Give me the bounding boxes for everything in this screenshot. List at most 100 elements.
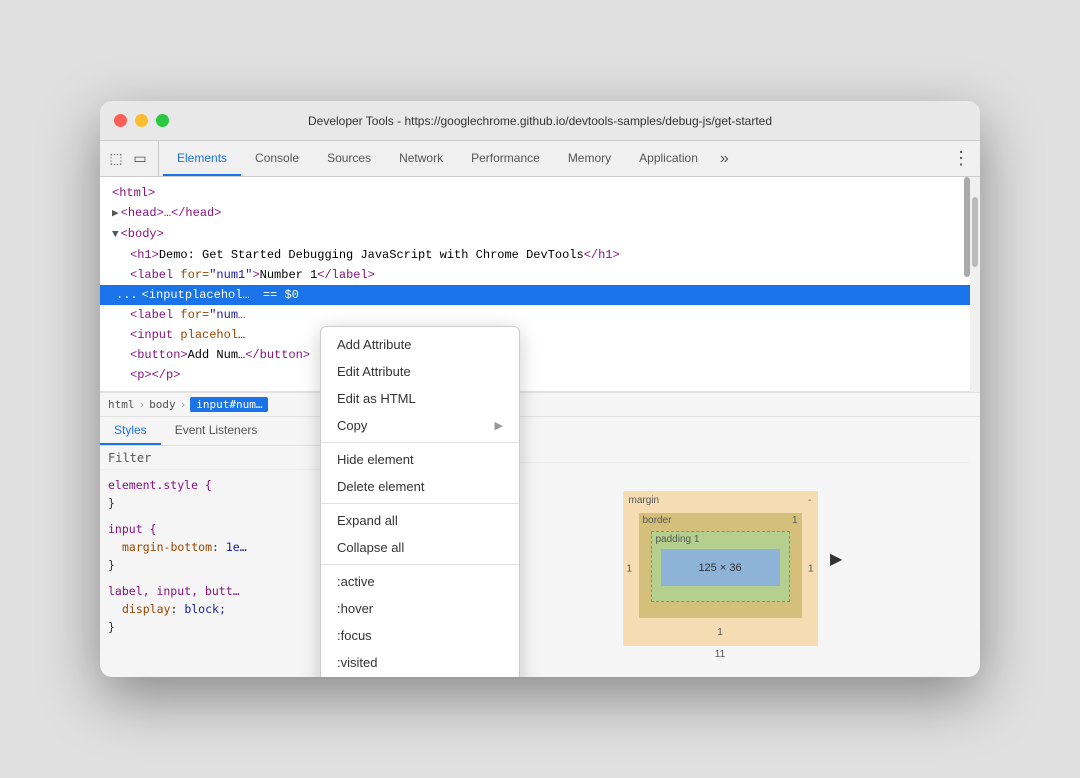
tag-label1-close: </label>	[317, 268, 375, 282]
tag-html: <html>	[112, 186, 155, 200]
arrow-head: ▶	[112, 208, 119, 220]
menu-focus-label: :focus	[337, 628, 372, 643]
tab-sources[interactable]: Sources	[313, 141, 385, 176]
tab-console[interactable]: Console	[241, 141, 313, 176]
menu-hover[interactable]: :hover	[321, 595, 519, 622]
menu-edit-attribute[interactable]: Edit Attribute	[321, 358, 519, 385]
menu-active-label: :active	[337, 574, 375, 589]
padding-title: padding 1	[656, 534, 700, 545]
dom-line-button[interactable]: <button>Add Num…</button>	[100, 345, 980, 365]
border-title: border	[643, 515, 672, 526]
tag-input-selected: <input	[142, 286, 185, 304]
window-title: Developer Tools - https://googlechrome.g…	[308, 114, 772, 128]
attr-for2: for=	[180, 308, 209, 322]
tab-elements[interactable]: Elements	[163, 141, 241, 176]
dom-area: <html> ▶<head>…</head> ▼<body> <h1>Demo:…	[100, 177, 980, 392]
breadcrumb-bar: html › body › input#num…	[100, 392, 980, 417]
menu-divider-2	[321, 503, 519, 504]
attr-placeholder2: placehol	[180, 328, 238, 342]
menu-copy-label: Copy	[337, 418, 367, 433]
tab-bar-tools: ⬚ ▭	[106, 141, 159, 176]
menu-button[interactable]: ⋮	[948, 141, 974, 176]
tab-network[interactable]: Network	[385, 141, 457, 176]
tag-label2: <label	[130, 308, 180, 322]
maximize-button[interactable]	[156, 114, 169, 127]
menu-expand-all[interactable]: Expand all	[321, 507, 519, 534]
tab-memory[interactable]: Memory	[554, 141, 625, 176]
menu-hide-element[interactable]: Hide element	[321, 446, 519, 473]
tag-input2: <input	[130, 328, 180, 342]
dom-tree: <html> ▶<head>…</head> ▼<body> <h1>Demo:…	[100, 177, 980, 392]
cursor-icon[interactable]: ⬚	[106, 149, 126, 169]
title-bar: Developer Tools - https://googlechrome.g…	[100, 101, 980, 141]
breadcrumb-sep1: ›	[139, 398, 146, 411]
copy-arrow-icon: ▶	[495, 419, 503, 432]
breadcrumb-input[interactable]: input#num…	[190, 397, 268, 412]
breadcrumb-body[interactable]: body	[149, 398, 176, 411]
menu-divider-1	[321, 442, 519, 443]
margin-title: margin	[629, 495, 660, 506]
label1-text: Number 1	[260, 268, 318, 282]
dom-line-html[interactable]: <html>	[100, 183, 980, 203]
dom-line-head[interactable]: ▶<head>…</head>	[100, 203, 980, 224]
context-menu: Add Attribute Edit Attribute Edit as HTM…	[320, 326, 520, 677]
tab-performance[interactable]: Performance	[457, 141, 554, 176]
menu-copy[interactable]: Copy ▶	[321, 412, 519, 439]
dom-scrollbar[interactable]	[970, 177, 980, 392]
traffic-lights	[114, 114, 169, 127]
device-icon[interactable]: ▭	[130, 149, 150, 169]
menu-edit-html[interactable]: Edit as HTML	[321, 385, 519, 412]
right-val: 1	[808, 563, 814, 574]
menu-edit-html-label: Edit as HTML	[337, 391, 416, 406]
styles-tab-event-listeners[interactable]: Event Listeners	[161, 417, 272, 445]
menu-hide-label: Hide element	[337, 452, 414, 467]
button-text: Add Num…	[188, 348, 246, 362]
dom-line-p[interactable]: <p></p>	[100, 365, 980, 385]
box-addon-bar: .cls +	[470, 463, 970, 483]
selected-marker: == $0	[256, 286, 299, 304]
menu-edit-attribute-label: Edit Attribute	[337, 364, 411, 379]
breadcrumb-html[interactable]: html	[108, 398, 135, 411]
tag-head: <head>…</head>	[121, 206, 222, 220]
tab-application[interactable]: Application	[625, 141, 712, 176]
margin-value: -	[808, 495, 811, 506]
box-model-panel: …rties .cls + margin - border 1	[460, 417, 980, 677]
h1-text: Demo: Get Started Debugging JavaScript w…	[159, 248, 584, 262]
menu-visited[interactable]: :visited	[321, 649, 519, 676]
ellipsis-prefix: ...	[116, 286, 138, 304]
dom-line-h1[interactable]: <h1>Demo: Get Started Debugging JavaScri…	[100, 245, 980, 265]
dom-line-body[interactable]: ▼<body>	[100, 224, 980, 245]
tab-bar: ⬚ ▭ Elements Console Sources Network Per…	[100, 141, 980, 177]
dom-line-input2[interactable]: <input placehol…	[100, 325, 980, 345]
content-dimensions: 125 × 36	[698, 562, 741, 574]
dom-line-label2[interactable]: <label for="num…	[100, 305, 980, 325]
attr-for-val: "num1"	[209, 268, 252, 282]
menu-focus[interactable]: :focus	[321, 622, 519, 649]
menu-delete-element[interactable]: Delete element	[321, 473, 519, 500]
more-tabs-button[interactable]: »	[714, 141, 735, 176]
tag-p: <p></p>	[130, 368, 180, 382]
tag-button-close: </button>	[245, 348, 310, 362]
tag-body: <body>	[121, 227, 164, 241]
menu-add-attribute[interactable]: Add Attribute	[321, 331, 519, 358]
left-val: 1	[627, 563, 633, 574]
menu-divider-3	[321, 564, 519, 565]
tag-button: <button>	[130, 348, 188, 362]
attr-for: for=	[180, 268, 209, 282]
devtools-window: Developer Tools - https://googlechrome.g…	[100, 101, 980, 677]
outer-bottom-val: 11	[715, 649, 725, 660]
menu-collapse-all[interactable]: Collapse all	[321, 534, 519, 561]
border-value: 1	[792, 515, 798, 526]
dom-line-label1[interactable]: <label for="num1">Number 1</label>	[100, 265, 980, 285]
menu-delete-label: Delete element	[337, 479, 424, 494]
menu-active[interactable]: :active	[321, 568, 519, 595]
minimize-button[interactable]	[135, 114, 148, 127]
styles-tab-styles[interactable]: Styles	[100, 417, 161, 445]
close-button[interactable]	[114, 114, 127, 127]
menu-hover-label: :hover	[337, 601, 373, 616]
box-model-visual: margin - border 1 padding 1 125 × 36 1	[623, 491, 818, 646]
dom-scrollbar-thumb[interactable]	[972, 197, 978, 267]
menu-collapse-label: Collapse all	[337, 540, 404, 555]
content-box: 125 × 36	[661, 549, 780, 586]
dom-line-input-selected[interactable]: ... <input placehol… == $0	[100, 285, 980, 305]
